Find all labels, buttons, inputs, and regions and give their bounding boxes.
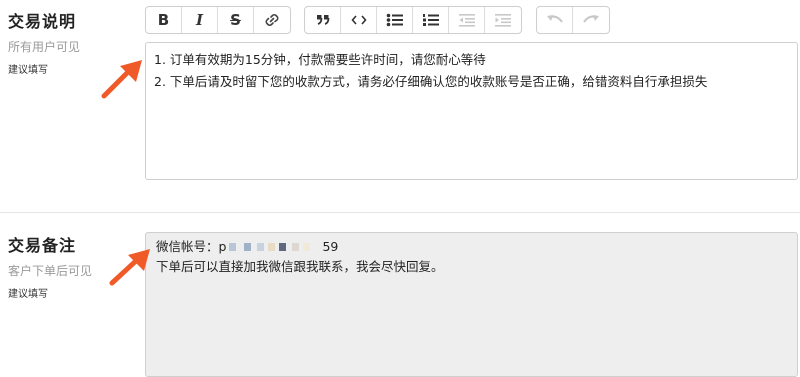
history-group [536,6,610,34]
strikethrough-icon: S [230,11,241,29]
numbered-list-icon [422,14,439,26]
trade-note-label-group: 交易备注 客户下单后可见 建议填写 [8,232,92,300]
undo-button[interactable] [537,7,573,33]
section-divider [0,212,800,213]
link-button[interactable] [254,7,290,33]
indent-icon [495,14,511,27]
trade-note-hint: 建议填写 [8,289,48,300]
annotation-arrow-icon [109,249,150,286]
italic-icon: I [195,11,204,29]
wechat-suffix: 59 [322,239,339,254]
wechat-account-line: 微信帐号：p 59 [156,237,787,257]
redo-icon [583,15,599,23]
trade-description-title: 交易说明 [8,12,77,31]
description-line-1: 1. 订单有效期为15分钟，付款需要些许时间，请您耐心等待 [154,52,486,67]
italic-button[interactable]: I [182,7,218,33]
outdent-button[interactable] [449,7,485,33]
bold-button[interactable]: B [146,7,182,33]
wechat-label: 微信帐号：p [156,239,227,254]
trade-description-hint: 建议填写 [8,65,48,76]
note-line-2: 下单后可以直接加我微信跟我联系，我会尽快回复。 [156,259,444,274]
trade-description-section: 交易说明 所有用户可见 建议填写 B I S 1. 订单有效期为15分钟，付款需… [0,0,800,212]
bulleted-list-button[interactable] [377,7,413,33]
strikethrough-button[interactable]: S [218,7,254,33]
redacted-account-block [227,243,312,251]
indent-button[interactable] [485,7,521,33]
redo-button[interactable] [573,7,609,33]
bulleted-list-icon [386,13,403,27]
trade-description-label-group: 交易说明 所有用户可见 建议填写 [8,8,80,76]
trade-note-editor[interactable]: 微信帐号：p 59 下单后可以直接加我微信跟我联系，我会尽快回复。 [145,232,798,377]
code-button[interactable] [341,7,377,33]
outdent-icon [458,14,475,27]
format-group: B I S [145,6,291,34]
undo-icon [546,15,563,23]
trade-note-title: 交易备注 [8,236,77,255]
code-icon [350,15,367,25]
bold-icon: B [157,11,170,29]
quote-icon [316,15,329,25]
annotation-arrow-icon [101,60,142,99]
block-group [304,6,522,34]
link-icon [265,14,279,26]
trade-description-subtitle: 所有用户可见 [8,40,81,54]
description-line-2: 2. 下单后请及时留下您的收款方式，请务必仔细确认您的收款账号是否正确，给错资料… [154,74,708,89]
trade-description-editor[interactable]: 1. 订单有效期为15分钟，付款需要些许时间，请您耐心等待 2. 下单后请及时留… [145,42,798,180]
quote-button[interactable] [305,7,341,33]
numbered-list-button[interactable] [413,7,449,33]
trade-note-subtitle: 客户下单后可见 [8,264,93,278]
